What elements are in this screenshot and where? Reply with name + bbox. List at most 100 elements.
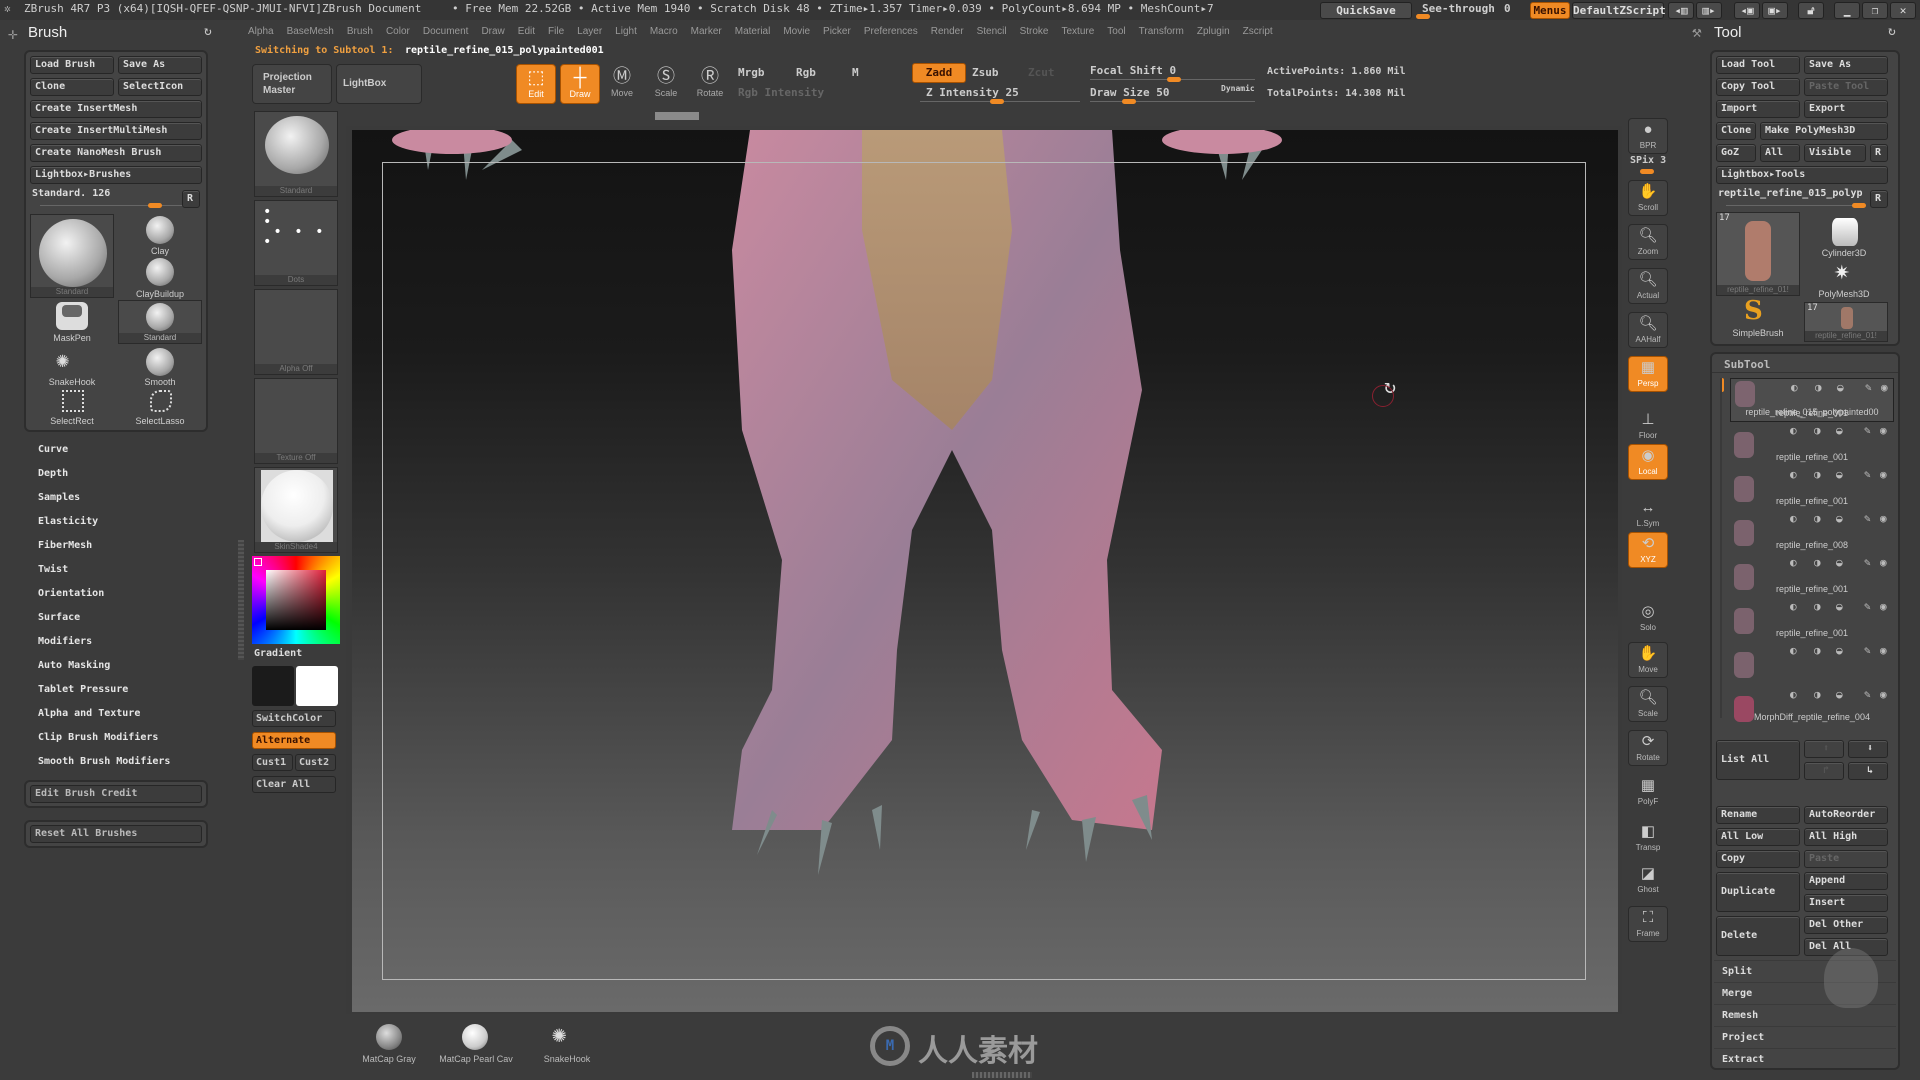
transp-button[interactable]: ◧ Transp (1628, 820, 1668, 856)
polyf-button[interactable]: ▦ PolyF (1628, 774, 1668, 810)
save-as-tool-button[interactable]: Save As (1804, 56, 1888, 74)
draw-size-knob[interactable] (1122, 99, 1136, 104)
subtool-solo-icon[interactable]: ◑ (1814, 424, 1821, 437)
delete-button[interactable]: Delete (1716, 916, 1800, 956)
persp-button[interactable]: ▦ Persp (1628, 356, 1668, 392)
layout-prev-icon[interactable]: ◂▣ (1734, 2, 1760, 19)
zoom-button[interactable]: 🔍︎ Zoom (1628, 224, 1668, 260)
subpalette-extract[interactable]: Extract (1714, 1048, 1896, 1069)
subpalette-fibermesh[interactable]: FiberMesh (38, 540, 92, 551)
subtool-polyframe-icon[interactable]: ◐ (1790, 468, 1797, 481)
scroll-button[interactable]: ✋ Scroll (1628, 180, 1668, 216)
scale-mode-button[interactable]: Ⓢ Scale (646, 64, 686, 104)
move-button[interactable]: ✋ Move (1628, 642, 1668, 678)
menu-zscript[interactable]: Zscript (1243, 22, 1273, 42)
expand-ui-icon[interactable]: ▥▸ (1696, 2, 1722, 19)
subtool-eye-icon[interactable]: ◉ (1880, 644, 1887, 657)
mrgb-button[interactable]: Mrgb (738, 66, 765, 79)
palette-drag-icon[interactable]: ✛ (8, 24, 18, 43)
subtool-solo-icon[interactable]: ◑ (1814, 556, 1821, 569)
subtool-eye-icon[interactable]: ◉ (1880, 512, 1887, 525)
smooth-brush-icon[interactable] (146, 348, 174, 376)
stroke-thumbnail-button[interactable]: • • • • • • Dots (254, 200, 338, 286)
subtool-brush-icon[interactable]: ✎ (1864, 556, 1871, 569)
color-picker[interactable] (252, 556, 340, 644)
menu-draw[interactable]: Draw (481, 22, 504, 42)
menu-picker[interactable]: Picker (823, 22, 851, 42)
subtool-solo-icon[interactable]: ◑ (1814, 644, 1821, 657)
subtool-brush-icon[interactable]: ✎ (1864, 688, 1871, 701)
rgb-intensity-slider[interactable]: Rgb Intensity (738, 86, 824, 99)
load-tool-button[interactable]: Load Tool (1716, 56, 1800, 74)
subpalette-remesh[interactable]: Remesh (1714, 1004, 1896, 1025)
move-up-to-button[interactable]: ↱ (1804, 762, 1844, 780)
subtool-row[interactable]: ◐ ◑ ◒ ✎ ◉ reptile_refine_001 (1730, 628, 1894, 686)
subtool-polyframe-icon[interactable]: ◐ (1790, 556, 1797, 569)
subpalette-elasticity[interactable]: Elasticity (38, 516, 98, 527)
draw-mode-button[interactable]: ┼ Draw (560, 64, 600, 104)
shrink-ui-icon[interactable]: ◂▥ (1668, 2, 1694, 19)
brush-slider-knob[interactable] (148, 203, 162, 208)
left-tray-scrollbar[interactable] (238, 540, 244, 660)
document-scrollbar[interactable] (655, 112, 699, 120)
goz-all-button[interactable]: All (1760, 144, 1800, 162)
subpalette-alpha-and-texture[interactable]: Alpha and Texture (38, 708, 140, 719)
export-button[interactable]: Export (1804, 100, 1888, 118)
projection-master-button[interactable]: Projection Master (252, 64, 332, 104)
all-high-button[interactable]: All High (1804, 828, 1888, 846)
import-button[interactable]: Import (1716, 100, 1800, 118)
subtool-eye-icon[interactable]: ◉ (1880, 468, 1887, 481)
frame-button[interactable]: ⛶ Frame (1628, 906, 1668, 942)
subtool-layer-icon[interactable]: ◒ (1836, 468, 1843, 481)
clone-tool-button[interactable]: Clone (1716, 122, 1756, 140)
menu-texture[interactable]: Texture (1061, 22, 1094, 42)
zadd-button[interactable]: Zadd (912, 63, 966, 83)
copy-subtool-button[interactable]: Copy (1716, 850, 1800, 868)
clone-button[interactable]: Clone (30, 78, 114, 96)
lightbox-brushes-button[interactable]: Lightbox▸Brushes (30, 166, 202, 184)
standard-brush-slot[interactable]: Standard (118, 300, 202, 344)
subtool-polyframe-icon[interactable]: ◐ (1790, 688, 1797, 701)
subtool-layer-icon[interactable]: ◒ (1836, 688, 1843, 701)
polymesh3d-icon[interactable]: ✷ (1834, 258, 1850, 284)
menu-light[interactable]: Light (615, 22, 637, 42)
snakehook-brush-label[interactable]: SnakeHook (32, 377, 112, 387)
move-down-button[interactable]: ⬇ (1848, 740, 1888, 758)
create-nanomesh-brush-button[interactable]: Create NanoMesh Brush (30, 144, 202, 162)
focal-shift-knob[interactable] (1167, 77, 1181, 82)
subtool-brush-icon[interactable]: ✎ (1864, 512, 1871, 525)
menu-zplugin[interactable]: Zplugin (1197, 22, 1230, 42)
subtool-polyframe-icon[interactable]: ◐ (1790, 512, 1797, 525)
subpalette-orientation[interactable]: Orientation (38, 588, 104, 599)
menu-macro[interactable]: Macro (650, 22, 678, 42)
close-icon[interactable]: ✕ (1890, 2, 1916, 19)
polymesh3d-label[interactable]: PolyMesh3D (1804, 289, 1884, 299)
snakehook-brush-icon[interactable]: ✺ (56, 348, 69, 373)
aahalf-button[interactable]: 🔍︎ AAHalf (1628, 312, 1668, 348)
texture-thumbnail-button[interactable]: Texture Off (254, 378, 338, 464)
subtool-row[interactable]: ◐ ◑ ◒ ✎ ◉ MorphDiff_reptile_refine_004 (1730, 686, 1894, 730)
brush-palette-refresh-icon[interactable]: ↻ (204, 24, 212, 39)
subtool-layer-icon[interactable]: ◒ (1836, 600, 1843, 613)
subtool-eye-icon[interactable]: ◉ (1880, 556, 1887, 569)
snakehook-shelf-label[interactable]: SnakeHook (532, 1054, 602, 1064)
material-thumbnail-button[interactable]: SkinShade4 (254, 467, 338, 553)
subtool-layer-icon[interactable]: ◒ (1836, 512, 1843, 525)
insert-button[interactable]: Insert (1804, 894, 1888, 912)
current-brush-thumbnail[interactable]: Standard (30, 214, 114, 298)
see-through-slider[interactable] (1416, 14, 1430, 19)
create-insertmultimesh-button[interactable]: Create InsertMultiMesh (30, 122, 202, 140)
clear-all-button[interactable]: Clear All (252, 776, 336, 793)
maskpen-brush-icon[interactable] (56, 302, 88, 330)
goz-visible-button[interactable]: Visible (1804, 144, 1866, 162)
tool-thumb-reptile[interactable]: 17 reptile_refine_01! (1716, 212, 1800, 296)
copy-tool-button[interactable]: Copy Tool (1716, 78, 1800, 96)
reset-all-brushes-button[interactable]: Reset All Brushes (30, 825, 202, 843)
tool-palette-refresh-icon[interactable]: ↻ (1888, 24, 1896, 39)
claybuildup-brush-label[interactable]: ClayBuildup (120, 289, 200, 299)
subtool-eye-icon[interactable]: ◉ (1880, 600, 1887, 613)
solo-button[interactable]: ◎ Solo (1628, 600, 1668, 636)
restore-icon[interactable]: ❐ (1862, 2, 1888, 19)
selectrect-brush-label[interactable]: SelectRect (32, 416, 112, 426)
rotate-mode-button[interactable]: Ⓡ Rotate (690, 64, 730, 104)
